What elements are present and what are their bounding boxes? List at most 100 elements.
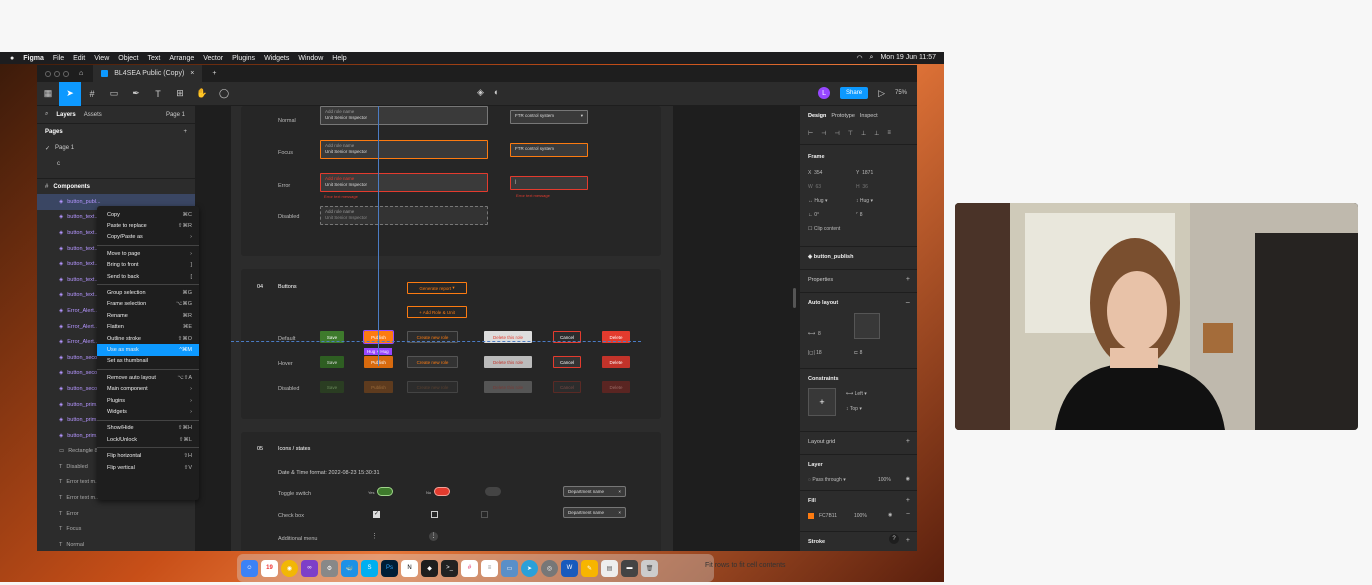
search-icon[interactable]: ⌕ [870, 54, 874, 62]
save-button[interactable]: Save [320, 356, 344, 368]
chrome-icon[interactable]: ◉ [281, 559, 298, 577]
fill-hex[interactable]: FC7B11 [819, 513, 837, 519]
checkbox-checked[interactable]: ✓ [373, 511, 380, 518]
screenshot-icon[interactable]: ◎ [541, 559, 558, 577]
padding-vertical[interactable]: ⊏ 8 [854, 350, 862, 356]
dropdown-focus[interactable]: FTR control system [510, 143, 588, 157]
cancel-button[interactable]: Cancel [553, 356, 581, 368]
remove-auto-layout-icon[interactable]: − [905, 298, 910, 307]
vertical-constraint[interactable]: ↕ Top ▾ [846, 406, 862, 412]
eye-icon[interactable]: ◉ [888, 512, 892, 518]
context-menu-item[interactable]: Flatten ⌘E [97, 322, 199, 333]
component-name[interactable]: ◈ button_publish [808, 254, 853, 260]
tab-layers[interactable]: Layers [56, 112, 75, 118]
canvas[interactable]: Normal Focus Error Disabled Add role nam… [196, 106, 799, 551]
menu-edit[interactable]: Edit [73, 55, 85, 62]
screen-icon[interactable]: ▬ [621, 559, 638, 577]
spacing-field[interactable]: ⟷ 8 [808, 331, 821, 337]
menubar-app[interactable]: Figma [23, 55, 44, 62]
telegram-icon[interactable]: ➤ [521, 559, 538, 577]
present-icon[interactable]: ▷ [878, 88, 885, 99]
text-tool-icon[interactable]: T [147, 82, 169, 106]
add-grid-icon[interactable]: + [906, 438, 910, 445]
align-right-icon[interactable]: ⊣ [834, 130, 839, 137]
align-bottom-icon[interactable]: ⊥ [874, 130, 879, 137]
menu-text[interactable]: Text [147, 55, 160, 62]
pen-tool-icon[interactable]: ✒ [125, 82, 147, 106]
chip-department[interactable]: Department name × [563, 486, 626, 497]
padding-horizontal[interactable]: |◻| 18 [808, 350, 822, 356]
canvas-scrollbar[interactable] [793, 288, 796, 308]
word-icon[interactable]: W [561, 559, 578, 577]
text-input-normal[interactable]: Add role name Unit Senior Inspector [320, 106, 488, 125]
menu-vector[interactable]: Vector [203, 55, 223, 62]
delete-this-role-button[interactable]: Delete this role [484, 356, 532, 368]
generate-report-button[interactable]: Generate report ▾ [407, 282, 467, 294]
more-icon[interactable]: ⋮ [371, 532, 378, 540]
context-menu-item[interactable]: Send to back [ [97, 271, 199, 282]
page-item[interactable]: Page 1 [55, 145, 74, 151]
main-menu-icon[interactable]: ▦ [37, 82, 59, 106]
w-field[interactable]: W 63 [808, 184, 821, 190]
skype-icon[interactable]: S [361, 559, 378, 577]
add-stroke-icon[interactable]: + [906, 537, 910, 544]
home-icon[interactable]: ⌂ [79, 70, 83, 77]
visual-studio-icon[interactable]: ∞ [301, 559, 318, 577]
context-menu-item[interactable]: Remove auto layout ⌥⇧A [97, 372, 199, 383]
x-field[interactable]: X 354 [808, 170, 822, 176]
context-menu-item[interactable]: Flip vertical ⇧V [97, 462, 199, 473]
context-menu-item[interactable]: Set as thumbnail [97, 356, 199, 367]
terminal-icon[interactable]: >_ [441, 559, 458, 577]
checkbox-empty[interactable] [431, 511, 438, 518]
layer-item[interactable]: T Normal [37, 537, 195, 551]
clock[interactable]: Mon 19 Jun 11:57 [880, 54, 936, 62]
trash-icon[interactable]: 🗑 [641, 559, 658, 577]
component-icon[interactable]: ◈ [477, 87, 484, 98]
menu-window[interactable]: Window [298, 55, 323, 62]
eye-icon[interactable]: ◉ [906, 476, 910, 482]
menu-help[interactable]: Help [332, 55, 346, 62]
apple-icon[interactable]: ● [10, 55, 14, 62]
frame-tool-icon[interactable]: # [81, 82, 103, 106]
align-center-icon[interactable]: ⊣ [821, 130, 826, 137]
help-icon[interactable]: ? [889, 534, 899, 544]
text-input-focus[interactable]: Add role name Unit Senior Inspector [320, 140, 488, 159]
hug-height[interactable]: ↕ Hug ▾ [856, 198, 873, 204]
notes-icon[interactable]: ≡ [481, 559, 498, 577]
context-menu-item[interactable]: Copy ⌘C [97, 209, 199, 220]
calendar-icon[interactable]: 19 [261, 559, 278, 577]
comment-icon[interactable]: ◯ [213, 82, 235, 106]
radius-field[interactable]: ⌜ 8 [856, 212, 863, 218]
sketch-icon[interactable]: ✎ [581, 559, 598, 577]
context-menu-item[interactable]: Frame selection ⌥⌘G [97, 299, 199, 310]
slack-icon[interactable]: # [461, 559, 478, 577]
h-field[interactable]: H 36 [856, 184, 868, 190]
alignment-box[interactable] [854, 313, 880, 339]
tab-inspect[interactable]: Inspect [860, 113, 878, 119]
context-menu-item[interactable]: Group selection ⌘G [97, 287, 199, 298]
docker-icon[interactable]: 🐳 [341, 559, 358, 577]
menu-plugins[interactable]: Plugins [232, 55, 255, 62]
chip-department[interactable]: Department name × [563, 507, 626, 518]
constraints-widget[interactable]: + [808, 388, 836, 416]
context-menu-item[interactable]: Widgets › [97, 406, 199, 417]
clip-content-checkbox[interactable]: ☐ Clip content [808, 226, 840, 232]
context-menu-item[interactable]: Move to page › [97, 248, 199, 259]
context-menu-item[interactable]: Show/Hide ⇧⌘H [97, 423, 199, 434]
context-menu-item[interactable]: Use as mask ^⌘M [97, 344, 199, 356]
menu-object[interactable]: Object [118, 55, 138, 62]
page-selector[interactable]: Page 1 [166, 112, 185, 118]
context-menu-item[interactable]: Lock/Unlock ⇧⌘L [97, 434, 199, 445]
shape-tool-icon[interactable]: ▭ [103, 82, 125, 106]
frame-title[interactable]: Frame [808, 154, 825, 160]
add-fill-icon[interactable]: + [906, 497, 910, 504]
avatar[interactable]: L [818, 87, 831, 99]
rotation-field[interactable]: ∟ 0° [808, 212, 819, 218]
delete-button[interactable]: Delete [602, 356, 630, 368]
align-top-icon[interactable]: ⊤ [848, 130, 853, 137]
toggle-off[interactable] [434, 487, 450, 496]
preview-icon[interactable]: ▭ [501, 559, 518, 577]
components-frame[interactable]: Components [53, 184, 90, 190]
dropdown-error[interactable]: | [510, 176, 588, 190]
y-field[interactable]: Y 1871 [856, 170, 873, 176]
